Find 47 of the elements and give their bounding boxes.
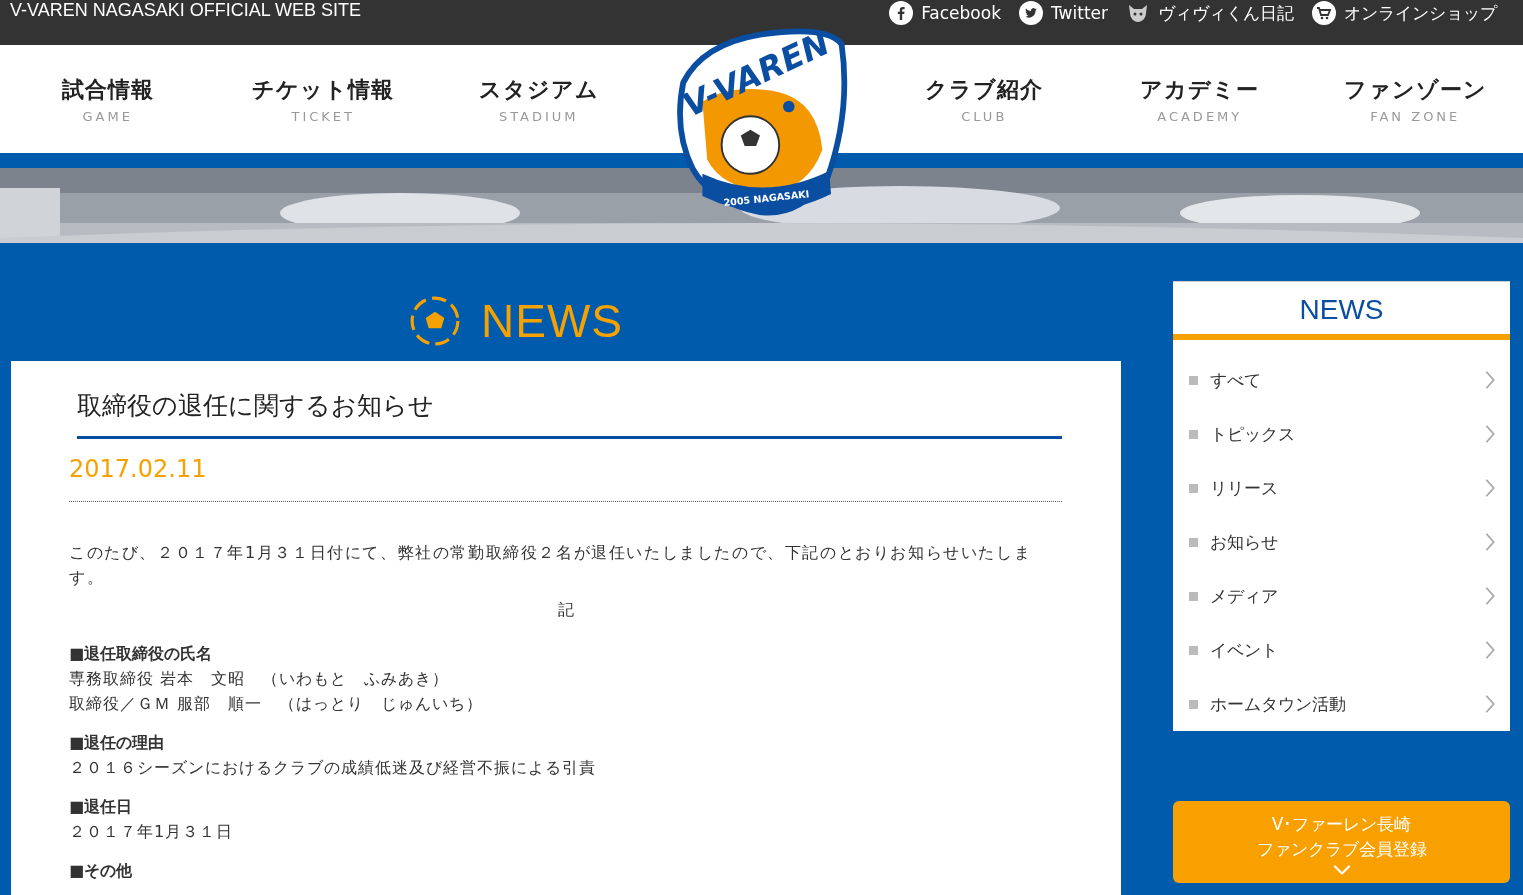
bullet-icon [1189,591,1198,601]
section-title: ■その他 [69,860,134,882]
nav-item[interactable]: ファンゾーン FAN ZONE [1343,74,1487,124]
category-link[interactable]: トピックス [1173,407,1510,461]
chevron-right-icon [1484,477,1496,499]
article-date: 2017.02.11 [69,439,1062,502]
category-link[interactable]: お知らせ [1173,515,1510,569]
nav-item[interactable]: 試合情報 GAME [61,74,154,124]
bullet-icon [1189,645,1198,655]
top-link[interactable]: Facebook [889,1,1001,25]
nav-item[interactable]: チケット情報 TICKET [252,74,395,124]
chevron-right-icon [1484,693,1496,715]
category-link[interactable]: メディア [1173,569,1510,623]
category-link[interactable]: ホームタウン活動 [1173,677,1510,731]
bullet-icon [1189,699,1198,709]
article-title: 取締役の退任に関するお知らせ [77,389,1062,439]
section-title: ■退任日 [69,796,134,818]
top-link[interactable]: ヴィヴィくん日記 [1126,1,1294,25]
bullet-icon [1189,483,1198,493]
section-text: ２０１７年1月３１日 [69,821,235,843]
nav-item[interactable]: クラブ紹介 CLUB [925,74,1044,124]
nav-item[interactable]: スタジアム STADIUM [478,74,599,124]
top-link[interactable]: Twitter [1019,1,1108,25]
section-title: ■退任取締役の氏名 [69,643,214,665]
bullet-icon [1189,429,1198,439]
note-heading: 記 [556,600,575,621]
bullet-icon [1189,537,1198,547]
nav-item[interactable]: アカデミー ACADEMY [1140,74,1260,124]
section-heading: NEWS [481,294,623,348]
category-link[interactable]: イベント [1173,623,1510,677]
chevron-right-icon [1484,369,1496,391]
chevron-right-icon [1484,531,1496,553]
category-link[interactable]: リリース [1173,461,1510,515]
chevron-right-icon [1484,423,1496,445]
section-text: ２０１６シーズンにおけるクラブの成績低迷及び経営不振による引責 [69,757,597,779]
category-link[interactable]: すべて [1173,353,1510,407]
top-link[interactable]: オンラインショップ [1312,1,1497,25]
site-title: V-VAREN NAGASAKI OFFICIAL WEB SITE [9,0,362,20]
chevron-right-icon [1484,585,1496,607]
section-text: 取締役／ＧＭ 服部 順一 （はっとり じゅんいち） [69,693,485,715]
panel-title: NEWS [1173,281,1510,340]
soccer-ball-icon [409,295,461,347]
section-title: ■退任の理由 [69,732,166,754]
article-paragraph: このたび、２０１７年1月３１日付にて、弊社の常勤取締役２名が退任いたしましたので、下記のとおりお知らせいたします。 [69,542,1033,589]
bullet-icon [1189,375,1198,385]
section-text: 専務取締役 岩本 文昭 （いわもと ふみあき） [69,668,451,690]
chevron-right-icon [1484,639,1496,661]
